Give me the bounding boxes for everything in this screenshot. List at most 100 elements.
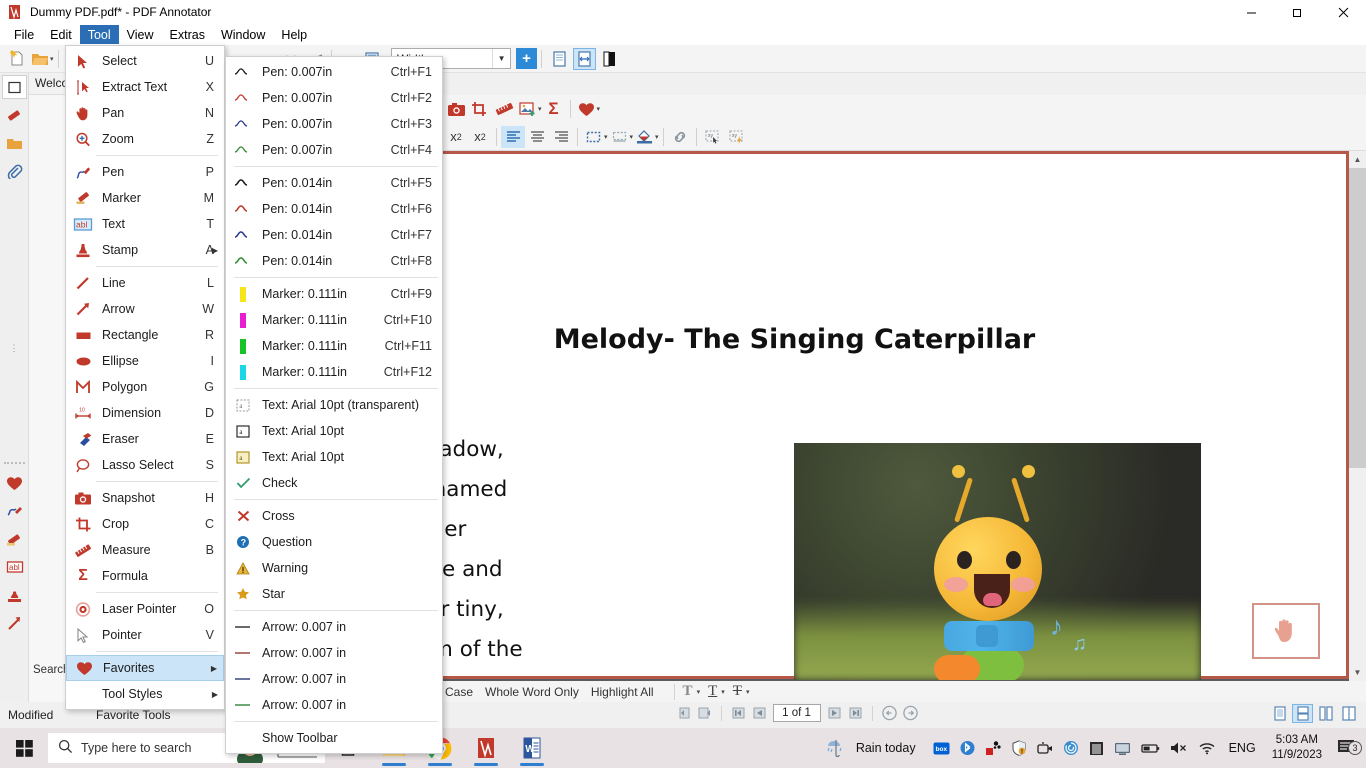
rail-marker-button[interactable] xyxy=(0,101,29,129)
box-icon[interactable]: box xyxy=(928,741,955,756)
open-document-button[interactable] xyxy=(28,47,52,71)
menu-file[interactable]: File xyxy=(6,25,42,44)
insert-image-button[interactable] xyxy=(516,97,540,121)
tool-menu-item-line[interactable]: Line L xyxy=(66,270,224,296)
hand-stamp-icon[interactable] xyxy=(1252,603,1320,659)
link-icon[interactable] xyxy=(668,125,692,149)
crop-button[interactable] xyxy=(468,97,492,121)
tool-menu-item-text[interactable]: abl Text T xyxy=(66,211,224,237)
navigate-back-button[interactable] xyxy=(880,704,899,722)
menu-view[interactable]: View xyxy=(119,25,162,44)
menu-window[interactable]: Window xyxy=(213,25,273,44)
subscript-button[interactable]: x2 xyxy=(444,125,468,149)
align-center-button[interactable] xyxy=(525,126,549,148)
rail-attachment-button[interactable] xyxy=(0,157,29,185)
contrast-button[interactable] xyxy=(598,48,621,70)
rail-pen-button[interactable] xyxy=(0,497,29,525)
open-dropdown-caret[interactable]: ▾ xyxy=(50,55,54,63)
tool-menu-item-pointer[interactable]: Pointer V xyxy=(66,622,224,648)
paint-bucket-caret[interactable]: ▾ xyxy=(655,133,659,141)
text-bold-caret[interactable]: ▾ xyxy=(697,688,701,696)
tool-menu-item-tool-styles[interactable]: Tool Styles ▶ xyxy=(66,681,224,707)
scrollbar-thumb[interactable] xyxy=(1349,168,1366,468)
next-view-icon[interactable] xyxy=(695,704,714,722)
menu-tool[interactable]: Tool xyxy=(80,25,119,44)
favorite-item-cross[interactable]: Cross xyxy=(226,503,442,529)
tool-menu-item-snapshot[interactable]: Snapshot H xyxy=(66,485,224,511)
scroll-up-icon[interactable]: ▲ xyxy=(1349,151,1366,168)
formula-sigma-button[interactable]: Σ xyxy=(542,97,566,121)
whole-word-only-option[interactable]: Whole Word Only xyxy=(485,685,579,699)
favorites-caret[interactable]: ▾ xyxy=(597,105,601,113)
tool-menu-item-eraser[interactable]: Eraser E xyxy=(66,426,224,452)
tool-menu-item-zoom[interactable]: Zoom Z xyxy=(66,126,224,152)
single-page-view-button[interactable] xyxy=(1269,704,1290,723)
align-left-button[interactable] xyxy=(501,126,525,148)
spiral-icon[interactable] xyxy=(1058,740,1084,756)
menu-help[interactable]: Help xyxy=(273,25,315,44)
pdf-annotator-icon[interactable] xyxy=(463,728,509,768)
favorite-item-marker-f9[interactable]: Marker: 0.111in Ctrl+F9 xyxy=(226,281,442,307)
tool-menu-item-marker[interactable]: Marker M xyxy=(66,185,224,211)
favorite-item-marker-f10[interactable]: Marker: 0.111in Ctrl+F10 xyxy=(226,307,442,333)
tool-menu-item-lasso-select[interactable]: Lasso Select S xyxy=(66,452,224,478)
favorite-item-pen-f5[interactable]: Pen: 0.014in Ctrl+F5 xyxy=(226,170,442,196)
favorite-item-arrow-green[interactable]: Arrow: 0.007 in xyxy=(226,692,442,718)
document-vertical-scrollbar[interactable]: ▲ ▼ xyxy=(1349,151,1366,681)
tool-menu-item-laser-pointer[interactable]: Laser Pointer O xyxy=(66,596,224,622)
prev-view-icon[interactable] xyxy=(674,704,693,722)
display-icon[interactable] xyxy=(1109,741,1136,756)
tool-menu-item-select[interactable]: Select U xyxy=(66,48,224,74)
tool-menu-item-extract-text[interactable]: Extract Text X xyxy=(66,74,224,100)
language-indicator[interactable]: ENG xyxy=(1221,741,1264,755)
tool-menu-item-rectangle[interactable]: Rectangle R xyxy=(66,322,224,348)
text-strikethrough-icon[interactable]: T xyxy=(733,683,742,700)
rail-stamp-button[interactable] xyxy=(0,581,29,609)
app-red-icon[interactable] xyxy=(980,740,1006,756)
measure-ruler-button[interactable] xyxy=(492,97,516,121)
tool-menu-item-arrow[interactable]: Arrow W xyxy=(66,296,224,322)
favorite-item-marker-f11[interactable]: Marker: 0.111in Ctrl+F11 xyxy=(226,333,442,359)
tool-menu-item-ellipse[interactable]: Ellipse I xyxy=(66,348,224,374)
favorite-item-star[interactable]: Star xyxy=(226,581,442,607)
favorite-item-question[interactable]: ? Question xyxy=(226,529,442,555)
tool-menu-item-pen[interactable]: Pen P xyxy=(66,159,224,185)
favorite-item-arrow-red[interactable]: Arrow: 0.007 in xyxy=(226,640,442,666)
menu-edit[interactable]: Edit xyxy=(42,25,80,44)
menu-extras[interactable]: Extras xyxy=(162,25,213,44)
favorite-item-check[interactable]: Check xyxy=(226,470,442,496)
new-document-button[interactable] xyxy=(4,47,28,71)
fit-width-layout-button[interactable] xyxy=(573,48,596,70)
favorite-item-pen-f8[interactable]: Pen: 0.014in Ctrl+F8 xyxy=(226,248,442,274)
favorite-item-text-transparent[interactable]: a Text: Arial 10pt (transparent) xyxy=(226,392,442,418)
fill-color-button[interactable] xyxy=(582,125,606,149)
minimize-button[interactable] xyxy=(1228,0,1274,24)
book-view-button[interactable] xyxy=(1338,704,1359,723)
tool-menu-item-dimension[interactable]: 10 Dimension D xyxy=(66,400,224,426)
xy-flash-icon[interactable]: xy xyxy=(725,125,749,149)
xy-select-icon[interactable]: xy xyxy=(701,125,725,149)
microsoft-word-icon[interactable]: W xyxy=(509,728,555,768)
wifi-icon[interactable] xyxy=(1193,741,1221,755)
chevron-down-icon[interactable]: ▼ xyxy=(492,49,510,68)
border-style-button[interactable] xyxy=(608,125,632,149)
favorite-item-marker-f12[interactable]: Marker: 0.111in Ctrl+F12 xyxy=(226,359,442,385)
favorite-item-pen-f4[interactable]: Pen: 0.007in Ctrl+F4 xyxy=(226,137,442,163)
scroll-down-icon[interactable]: ▼ xyxy=(1349,664,1366,681)
rail-select-rect-button[interactable] xyxy=(0,73,29,101)
favorite-item-text-yellow[interactable]: a Text: Arial 10pt xyxy=(226,444,442,470)
first-page-button[interactable] xyxy=(729,704,748,722)
tool-menu-item-measure[interactable]: Measure B xyxy=(66,537,224,563)
next-page-button[interactable] xyxy=(825,704,844,722)
favorite-item-pen-f1[interactable]: Pen: 0.007in Ctrl+F1 xyxy=(226,59,442,85)
favorite-item-arrow-blue[interactable]: Arrow: 0.007 in xyxy=(226,666,442,692)
continuous-view-button[interactable] xyxy=(1292,704,1313,723)
tool-menu-item-crop[interactable]: Crop C xyxy=(66,511,224,537)
superscript-button[interactable]: x2 xyxy=(468,125,492,149)
add-button[interactable]: + xyxy=(516,48,537,69)
clock[interactable]: 5:03 AM 11/9/2023 xyxy=(1264,733,1330,763)
bluetooth-icon[interactable] xyxy=(955,740,980,756)
paint-bucket-button[interactable] xyxy=(633,125,657,149)
favorite-item-pen-f3[interactable]: Pen: 0.007in Ctrl+F3 xyxy=(226,111,442,137)
favorite-item-arrow-black[interactable]: Arrow: 0.007 in xyxy=(226,614,442,640)
